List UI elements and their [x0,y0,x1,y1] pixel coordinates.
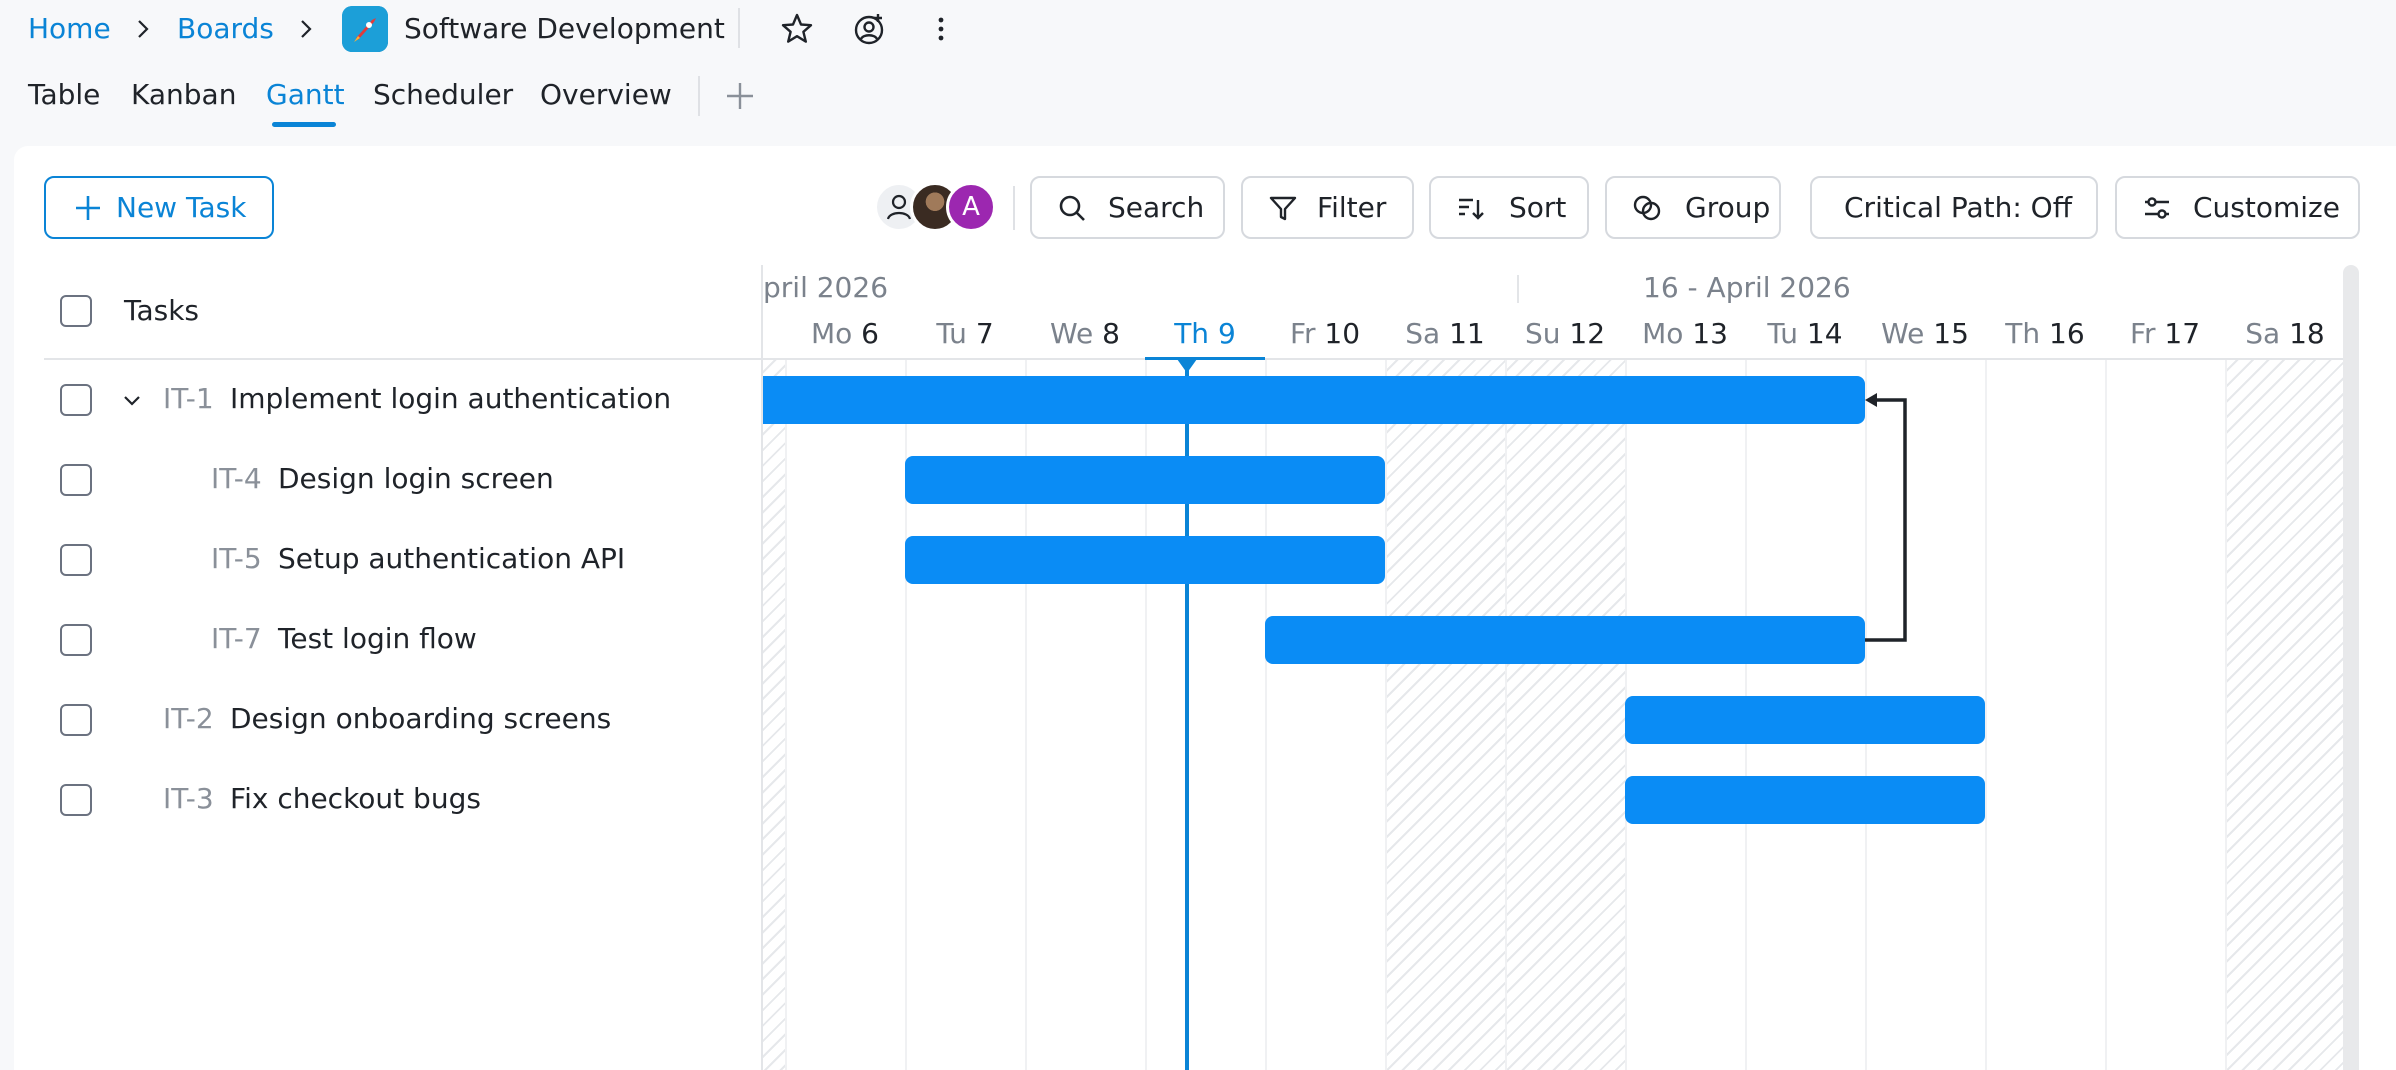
task-name[interactable]: Setup authentication API [278,542,625,576]
task-name[interactable]: Design login screen [278,462,554,496]
filter-label: Filter [1317,191,1387,224]
gantt-timeline: pril 2026 16 - April 2026 Mo 6 Tu 7 We 8 Th 9… [763,265,2343,1070]
sort-button[interactable]: Sort [1429,176,1589,239]
sliders-icon [2145,197,2169,219]
task-row[interactable]: IT-4 Design login screen [44,440,762,520]
task-name[interactable]: Test login flow [278,622,477,656]
tab-kanban[interactable]: Kanban [131,78,236,112]
follow-user-icon[interactable] [850,10,888,48]
board-title: Software Development [404,12,725,45]
task-name[interactable]: Fix checkout bugs [230,782,481,816]
task-name[interactable]: Design onboarding screens [230,702,611,736]
task-key: IT-7 [211,622,262,655]
divider [738,8,740,48]
new-task-button[interactable]: New Task [44,176,274,239]
task-key: IT-1 [163,382,214,415]
critical-path-label: Critical Path: Off [1844,191,2073,224]
breadcrumb-boards[interactable]: Boards [177,12,274,46]
tab-table[interactable]: Table [28,78,100,112]
divider [1013,186,1015,230]
sort-icon [1459,198,1484,220]
star-icon[interactable] [778,10,816,48]
filter-icon [1269,196,1297,221]
row-checkbox[interactable] [60,784,92,816]
task-row[interactable]: IT-1 Implement login authentication [44,360,762,440]
sort-label: Sort [1509,191,1567,224]
rocket-logo-icon [342,6,388,52]
tab-scheduler[interactable]: Scheduler [373,78,513,112]
dependency-line[interactable] [1865,398,1907,642]
task-row[interactable]: IT-5 Setup authentication API [44,520,762,600]
task-key: IT-4 [211,462,262,495]
breadcrumb-home[interactable]: Home [28,12,111,46]
active-tab-indicator [272,122,336,127]
group-label: Group [1685,191,1771,224]
task-key: IT-3 [163,782,214,815]
tasks-column-header: Tasks [124,294,200,327]
task-row[interactable]: IT-7 Test login flow [44,600,762,680]
top-bar: Home Boards Software Development [0,0,2396,58]
search-button[interactable]: Search [1030,176,1225,239]
row-checkbox[interactable] [60,544,92,576]
tab-gantt[interactable]: Gantt [266,78,345,112]
select-all-checkbox[interactable] [60,295,92,327]
task-grid: Tasks IT-1 Implement login authenticatio… [44,265,762,1070]
plus-icon [76,196,100,220]
search-icon [1059,195,1085,221]
add-view-icon[interactable] [722,78,758,114]
filter-button[interactable]: Filter [1241,176,1414,239]
new-task-label: New Task [116,191,247,224]
row-checkbox[interactable] [60,464,92,496]
task-row[interactable]: IT-3 Fix checkout bugs [44,760,762,840]
row-checkbox[interactable] [60,624,92,656]
customize-label: Customize [2193,191,2340,224]
dependency-arrowhead [1865,393,1877,407]
customize-button[interactable]: Customize [2115,176,2360,239]
group-icon [1633,195,1661,221]
chevron-right-icon [301,20,312,38]
chevron-down-icon[interactable] [120,388,144,412]
more-vertical-icon[interactable] [922,10,960,48]
dependency-layer [1865,393,1907,642]
critical-path-button[interactable]: Critical Path: Off [1810,176,2098,239]
vertical-scrollbar[interactable] [2343,265,2359,1070]
task-key: IT-2 [163,702,214,735]
group-button[interactable]: Group [1605,176,1781,239]
task-row[interactable]: IT-2 Design onboarding screens [44,680,762,760]
divider [698,76,700,116]
search-label: Search [1108,191,1205,224]
row-checkbox[interactable] [60,704,92,736]
chevron-right-icon [138,20,149,38]
task-name[interactable]: Implement login authentication [230,382,671,416]
row-checkbox[interactable] [60,384,92,416]
task-key: IT-5 [211,542,262,575]
tab-overview[interactable]: Overview [540,78,672,112]
avatar-a[interactable]: A [946,182,996,232]
